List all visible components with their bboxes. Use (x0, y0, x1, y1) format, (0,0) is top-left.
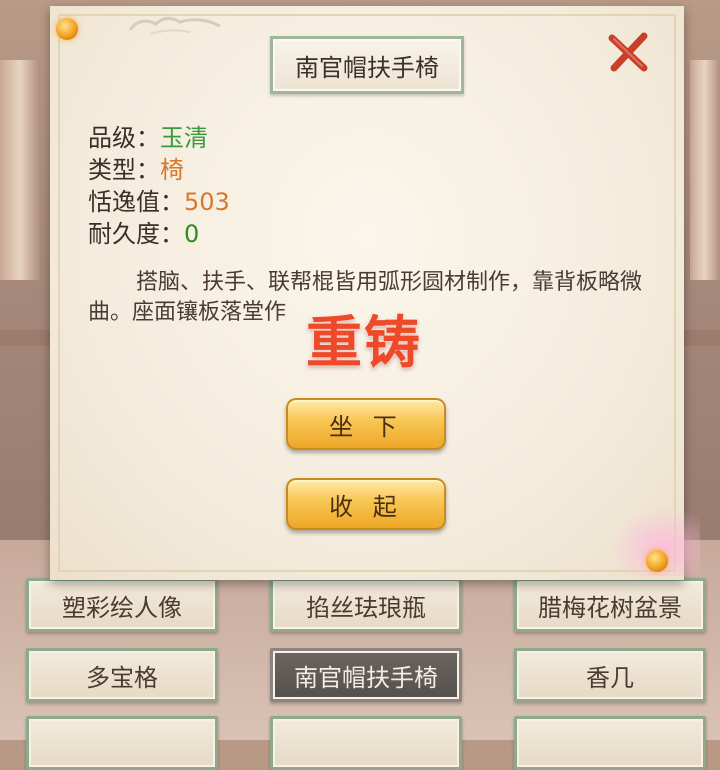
attr-durability-value: 0 (184, 220, 200, 248)
background-pillar-right (690, 60, 720, 280)
background-railing-left (0, 330, 50, 346)
attr-type-value: 椅 (160, 156, 184, 184)
grid-item-row3-left[interactable] (26, 716, 218, 770)
recast-watermark: 重铸 (306, 311, 422, 376)
attr-leisure-value: 503 (184, 188, 230, 216)
grid-item-row3-middle[interactable] (270, 716, 462, 770)
grid-item-row3-right[interactable] (514, 716, 706, 770)
attr-grade-label: 品级： (88, 124, 160, 152)
attr-durability: 耐久度：0 (88, 214, 199, 249)
grid-item-curio-shelf[interactable]: 多宝格 (26, 648, 218, 702)
background-railing-right (684, 330, 720, 346)
sit-button[interactable]: 坐 下 (286, 398, 446, 450)
attr-type-label: 类型： (88, 156, 160, 184)
background-pillar-left (0, 60, 40, 280)
stow-button[interactable]: 收 起 (286, 478, 446, 530)
grid-item-incense-stand[interactable]: 香几 (514, 648, 706, 702)
close-icon[interactable] (606, 30, 650, 74)
item-title: 南官帽扶手椅 (270, 36, 464, 94)
attr-leisure-label: 恬逸值： (88, 188, 184, 216)
attr-grade: 品级：玉清 (88, 118, 208, 153)
item-detail-dialog: 南官帽扶手椅 品级：玉清 类型：椅 恬逸值：503 耐久度：0 搭脑、扶手、联帮… (50, 6, 700, 580)
corner-orb-icon (646, 550, 668, 572)
attr-durability-label: 耐久度： (88, 220, 184, 248)
grid-item-painted-figure[interactable]: 塑彩绘人像 (26, 578, 218, 632)
attr-type: 类型：椅 (88, 150, 184, 185)
grid-item-cloisonne-vase[interactable]: 掐丝珐琅瓶 (270, 578, 462, 632)
grid-item-armchair-selected[interactable]: 南官帽扶手椅 (270, 648, 462, 702)
attr-leisure: 恬逸值：503 (88, 182, 230, 217)
grid-item-plum-bonsai[interactable]: 腊梅花树盆景 (514, 578, 706, 632)
attr-grade-value: 玉清 (160, 124, 208, 152)
cloud-decoration-icon (128, 17, 221, 35)
corner-orb-icon (56, 18, 78, 40)
